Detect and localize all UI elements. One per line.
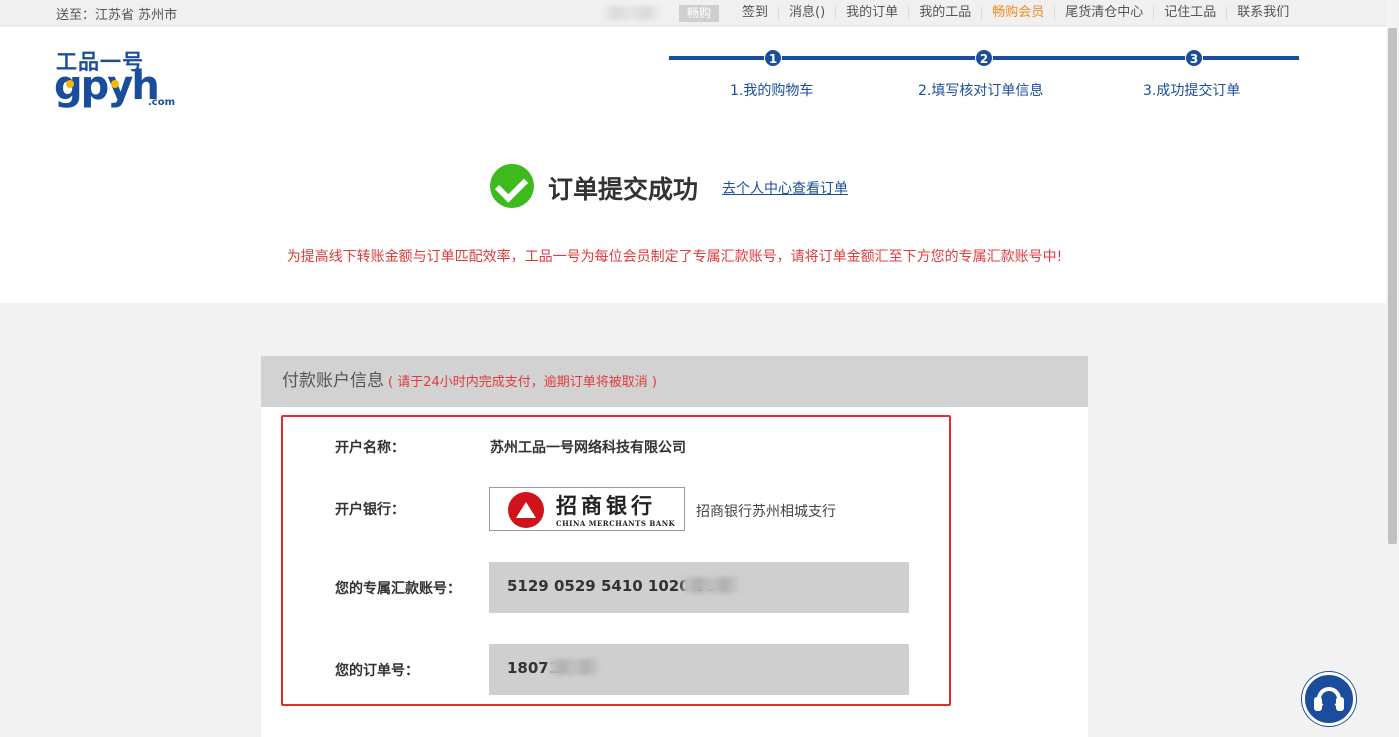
step-1-node: 1 [764, 49, 782, 67]
top-bar: 送至：江苏省 苏州市 畅购 签到 消息() 我的订单 我的工品 畅购会员 尾货清… [0, 0, 1399, 26]
membership-link[interactable]: 畅购会员 [981, 6, 1054, 20]
headset-right-ear [1336, 697, 1344, 711]
logo-dot [111, 80, 119, 88]
chang-gou-badge[interactable]: 畅购 [679, 5, 719, 22]
order-number-field: 18071 [489, 644, 909, 695]
logo-com-text: .com [148, 97, 176, 108]
step-3-node: 3 [1185, 49, 1203, 67]
step-2-node: 2 [975, 49, 993, 67]
payment-info-panel: 付款账户信息 ( 请于24小时内完成支付，逾期订单将被取消 ) 开户名称： 苏州工… [261, 356, 1088, 737]
logo-dot [66, 80, 74, 88]
my-orders-link[interactable]: 我的订单 [835, 6, 908, 20]
bank-logo-cn: 招商银行 [556, 493, 656, 518]
account-number-field: 5129 0529 5410 1020 00 [489, 562, 909, 613]
ship-to-location[interactable]: 送至：江苏省 苏州市 [56, 4, 177, 23]
blurred-username [600, 6, 662, 20]
messages-link[interactable]: 消息() [778, 6, 835, 20]
blurred-order-digits [549, 659, 599, 675]
check-circle-icon [490, 164, 534, 208]
view-orders-link[interactable]: 去个人中心查看订单 [722, 178, 848, 198]
order-number-label: 您的订单号： [335, 663, 419, 679]
step-2-label: 2.填写核对订单信息 [918, 83, 1044, 99]
bank-label: 开户银行： [335, 502, 405, 518]
customer-service-button[interactable] [1302, 672, 1356, 726]
top-links: 签到 消息() 我的订单 我的工品 畅购会员 尾货清仓中心 记住工品 联系我们 [732, 0, 1299, 26]
page-scrollbar[interactable] [1386, 0, 1399, 737]
payment-deadline-note: ( 请于24小时内完成支付，逾期订单将被取消 ) [388, 375, 657, 390]
account-number-label: 您的专属汇款账号： [335, 581, 461, 597]
success-title: 订单提交成功 [548, 175, 699, 204]
transfer-notice: 为提高线下转账金额与订单匹配效率，工品一号为每位会员制定了专属汇款账号，请将订单… [286, 249, 1063, 265]
step-3-label: 3.成功提交订单 [1143, 83, 1241, 99]
headset-left-ear [1314, 697, 1322, 711]
account-name-value: 苏州工品一号网络科技有限公司 [490, 440, 686, 456]
sign-in-link[interactable]: 签到 [732, 6, 778, 20]
bank-branch-name: 招商银行苏州相城支行 [696, 504, 836, 520]
my-gongpin-link[interactable]: 我的工品 [908, 6, 981, 20]
step-1-label: 1.我的购物车 [730, 83, 814, 99]
clearance-center-link[interactable]: 尾货清仓中心 [1054, 6, 1153, 20]
blurred-account-digits [683, 577, 739, 593]
account-name-label: 开户名称： [335, 440, 405, 456]
header: 工品一号 gpyh .com 1 2 3 1.我的购物车 2.填写核对订单信息 … [0, 27, 1399, 303]
bank-logo-en: CHINA MERCHANTS BANK [556, 519, 676, 528]
cmb-emblem-icon [508, 492, 544, 528]
contact-us-link[interactable]: 联系我们 [1226, 6, 1299, 20]
order-progress-steps: 1 2 3 1.我的购物车 2.填写核对订单信息 3.成功提交订单 [669, 49, 1299, 109]
site-logo[interactable]: 工品一号 gpyh .com [54, 46, 186, 110]
account-details-box: 开户名称： 苏州工品一号网络科技有限公司 开户银行： 招商银行 CHINA ME… [281, 415, 951, 706]
scrollbar-thumb[interactable] [1388, 28, 1397, 544]
bank-logo: 招商银行 CHINA MERCHANTS BANK [489, 487, 685, 531]
remember-gongpin-link[interactable]: 记住工品 [1153, 6, 1226, 20]
payment-panel-header: 付款账户信息 ( 请于24小时内完成支付，逾期订单将被取消 ) [261, 356, 1088, 407]
payment-panel-title: 付款账户信息 [282, 371, 384, 391]
